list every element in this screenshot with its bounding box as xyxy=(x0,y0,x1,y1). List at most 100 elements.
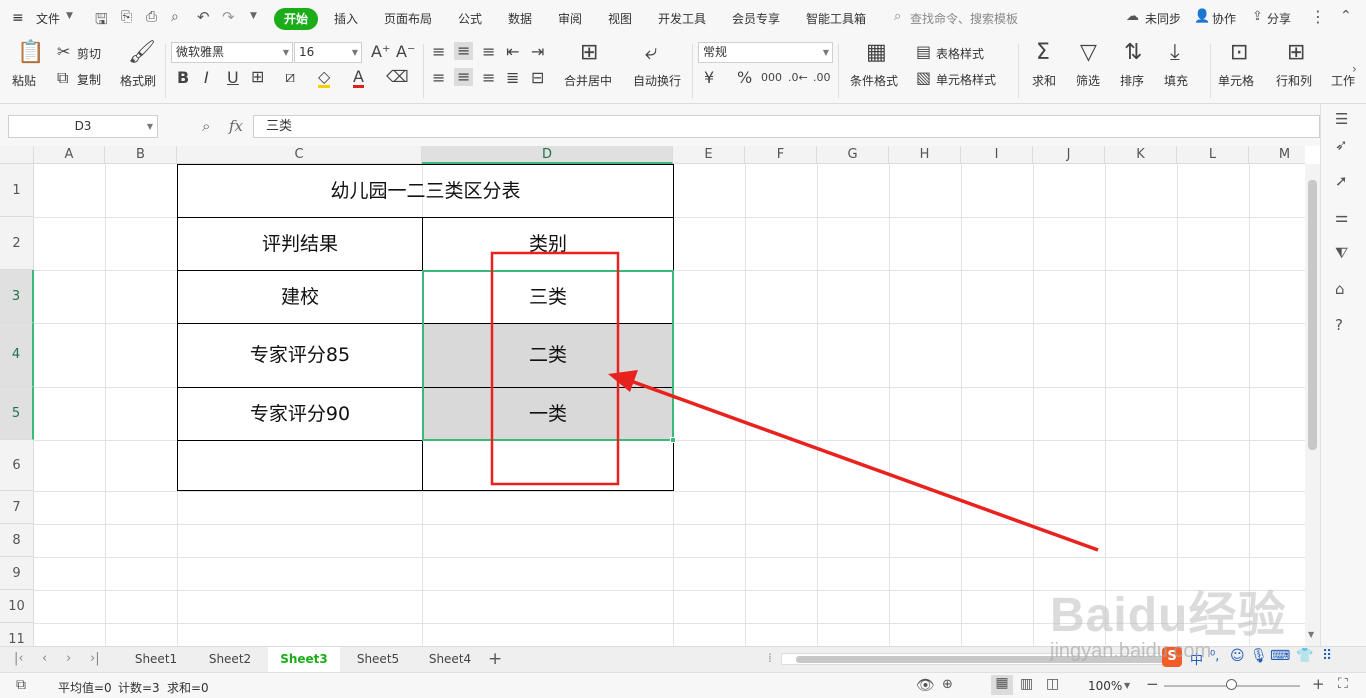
keyboard-icon[interactable]: ⌨ xyxy=(1270,648,1290,664)
zoom-in-icon[interactable]: + xyxy=(1312,675,1325,693)
filter-icon[interactable]: ▽ xyxy=(1080,40,1097,65)
scroll-right-icon[interactable]: › xyxy=(1352,62,1357,76)
font-size-select[interactable]: 16 ▼ xyxy=(294,42,362,63)
tab-page-layout[interactable]: 页面布局 xyxy=(384,10,432,27)
cursor-icon[interactable]: ➚ xyxy=(1335,172,1348,190)
fx-icon[interactable]: fx xyxy=(229,117,243,135)
eye-protection-icon[interactable]: 👁 xyxy=(916,676,935,694)
wrap-text-icon[interactable]: ⤶ xyxy=(645,40,657,65)
sort-icon[interactable]: ⇅ xyxy=(1124,40,1142,65)
vertical-scrollbar[interactable]: ▼ xyxy=(1305,164,1320,646)
fill-icon[interactable]: ⤓ xyxy=(1170,40,1180,65)
tab-member[interactable]: 会员专享 xyxy=(732,10,780,27)
sum-icon[interactable]: Σ xyxy=(1036,40,1050,65)
wrap-text-button[interactable]: 自动换行 xyxy=(633,72,681,89)
share-icon[interactable]: ⇪ xyxy=(1252,9,1263,24)
italic-icon[interactable]: I xyxy=(204,70,209,86)
normal-view-icon[interactable]: ▦ xyxy=(991,675,1013,695)
sum-button[interactable]: 求和 xyxy=(1032,72,1056,89)
archive-icon[interactable]: ⌂ xyxy=(1335,280,1345,298)
row-col-icon[interactable]: ⊞ xyxy=(1287,40,1305,65)
align-bottom-icon[interactable]: ≡ xyxy=(482,44,495,60)
font-color-icon[interactable]: A xyxy=(353,69,364,88)
table-style-icon[interactable]: ▤ xyxy=(916,44,931,60)
decrease-indent-icon[interactable]: ⇤ xyxy=(506,44,519,60)
bold-icon[interactable]: B xyxy=(177,70,189,86)
format-painter-icon[interactable]: 🖌 xyxy=(128,40,156,65)
border-icon[interactable]: ⊞ xyxy=(251,69,264,85)
redo-icon[interactable]: ↷ xyxy=(222,8,235,26)
save-icon[interactable]: 🖫 xyxy=(95,9,108,34)
menu-icon[interactable]: ≡ xyxy=(12,10,24,26)
conditional-format-icon[interactable]: ▦ xyxy=(866,40,887,65)
first-sheet-icon[interactable]: |‹ xyxy=(14,651,24,666)
skin-icon[interactable]: 👕 xyxy=(1296,648,1313,664)
clear-format-icon[interactable]: ⌫ xyxy=(386,69,409,85)
collapse-ribbon-icon[interactable]: ⌃ xyxy=(1340,8,1352,24)
percent-icon[interactable]: % xyxy=(737,70,752,86)
align-left-icon[interactable]: ≡ xyxy=(432,70,445,86)
help-icon[interactable]: ? xyxy=(1335,316,1343,334)
align-middle-icon[interactable]: ≡ xyxy=(454,42,474,60)
zoom-out-icon[interactable]: − xyxy=(1146,675,1159,693)
sheet-tab-active[interactable]: Sheet3 xyxy=(268,647,340,672)
tab-insert[interactable]: 插入 xyxy=(334,10,358,27)
chevron-down-icon[interactable]: ▼ xyxy=(1124,681,1130,690)
page-layout-view-icon[interactable]: ▥ xyxy=(1020,676,1033,692)
next-sheet-icon[interactable]: › xyxy=(66,651,71,666)
punctuation-icon[interactable]: ⁰, xyxy=(1210,649,1219,664)
print-icon[interactable]: ⎙ xyxy=(146,9,157,25)
tab-view[interactable]: 视图 xyxy=(608,10,632,27)
increase-indent-icon[interactable]: ⇥ xyxy=(531,44,544,60)
align-top-icon[interactable]: ≡ xyxy=(432,44,445,60)
filter-button[interactable]: 筛选 xyxy=(1076,72,1100,89)
add-sheet-icon[interactable]: + xyxy=(488,649,502,669)
align-center-icon[interactable]: ≡ xyxy=(454,68,474,86)
conditional-format-button[interactable]: 条件格式 xyxy=(850,72,898,89)
cut-button[interactable]: 剪切 xyxy=(77,45,101,62)
file-menu[interactable]: 文件 xyxy=(36,10,60,27)
tab-data[interactable]: 数据 xyxy=(508,10,532,27)
fill-button[interactable]: 填充 xyxy=(1164,72,1188,89)
filter-panel-icon[interactable]: ⧨ xyxy=(1335,244,1348,262)
grid-menu-icon[interactable]: ⠿ xyxy=(1322,648,1332,664)
page-break-view-icon[interactable]: ◫ xyxy=(1046,676,1059,692)
sliders-icon[interactable]: ⚌ xyxy=(1335,208,1348,226)
input-method-icon[interactable]: ⊕ xyxy=(942,677,953,692)
copy-icon[interactable]: ⧉ xyxy=(57,70,68,86)
prev-sheet-icon[interactable]: ‹ xyxy=(42,651,47,666)
cell-button[interactable]: 单元格 xyxy=(1218,72,1254,89)
font-grow-icon[interactable]: A⁺ xyxy=(371,44,390,60)
menu-lines-icon[interactable]: ☰ xyxy=(1335,110,1348,128)
align-right-icon[interactable]: ≡ xyxy=(482,70,495,86)
formula-input[interactable]: 三类 xyxy=(253,115,1320,138)
sheet-tab[interactable]: Sheet4 xyxy=(414,647,486,672)
more-options-icon[interactable]: ⋮ xyxy=(1310,7,1326,26)
underline-icon[interactable]: U xyxy=(227,70,239,86)
collab-icon[interactable]: 👤 xyxy=(1194,9,1210,24)
rocket-icon[interactable]: ➶ xyxy=(1335,136,1348,154)
last-sheet-icon[interactable]: ›| xyxy=(90,651,100,666)
fill-color-icon[interactable]: ◇ xyxy=(318,69,331,88)
copy-button[interactable]: 复制 xyxy=(77,71,101,88)
tab-home[interactable]: 开始 xyxy=(274,8,318,30)
share-button[interactable]: 分享 xyxy=(1267,10,1291,27)
sheet-tab[interactable]: Sheet5 xyxy=(342,647,414,672)
number-format-select[interactable]: 常规 ▼ xyxy=(698,42,833,63)
justify-icon[interactable]: ≣ xyxy=(506,70,519,86)
split-handle[interactable]: ⁞ xyxy=(768,651,772,665)
merge-center-icon[interactable]: ⊞ xyxy=(580,40,598,65)
cell-icon[interactable]: ⊡ xyxy=(1230,40,1248,65)
currency-icon[interactable]: ¥ xyxy=(704,70,714,86)
zoom-level[interactable]: 100% xyxy=(1088,679,1122,693)
scissors-icon[interactable]: ✂ xyxy=(57,44,70,60)
increase-decimal-icon[interactable]: .0← xyxy=(788,70,808,86)
sync-status[interactable]: 未同步 xyxy=(1145,10,1181,27)
sort-button[interactable]: 排序 xyxy=(1120,72,1144,89)
name-box[interactable]: D3 ▼ xyxy=(8,115,158,138)
font-shrink-icon[interactable]: A⁻ xyxy=(396,44,415,60)
sheet-tab[interactable]: Sheet1 xyxy=(120,647,192,672)
scrollbar-thumb[interactable] xyxy=(1308,180,1317,450)
tab-developer[interactable]: 开发工具 xyxy=(658,10,706,27)
collab-button[interactable]: 协作 xyxy=(1212,10,1236,27)
